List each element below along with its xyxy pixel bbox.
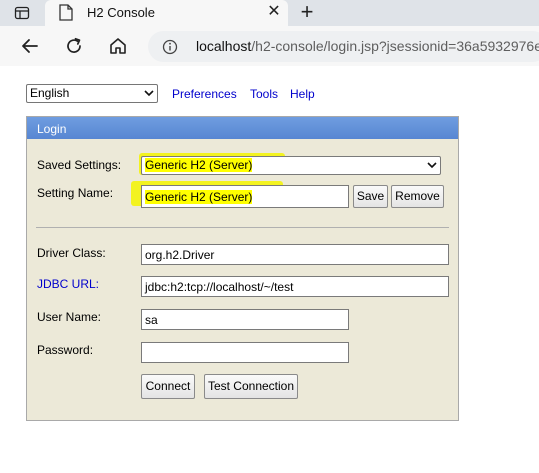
tools-link[interactable]: Tools	[250, 87, 278, 101]
chevron-down-icon	[427, 162, 437, 169]
remove-button[interactable]: Remove	[391, 185, 444, 208]
url-path: /h2-console/login.jsp?jsessionid=36a5932…	[251, 38, 539, 54]
tab-title: H2 Console	[87, 5, 155, 20]
jdbc-url-input[interactable]: jdbc:h2:tcp://localhost/~/test	[141, 276, 449, 297]
back-arrow-icon[interactable]	[20, 36, 40, 56]
url-field[interactable]: localhost/h2-console/login.jsp?jsessioni…	[148, 31, 539, 62]
login-panel: Login Saved Settings: Generic H2 (Server…	[26, 116, 459, 421]
user-name-value: sa	[145, 313, 158, 327]
driver-class-input[interactable]: org.h2.Driver	[141, 244, 449, 265]
connect-button[interactable]: Connect	[141, 374, 195, 399]
chevron-down-icon	[144, 90, 154, 97]
address-bar: localhost/h2-console/login.jsp?jsessioni…	[0, 26, 539, 66]
saved-settings-value: Generic H2 (Server)	[145, 158, 253, 172]
help-link[interactable]: Help	[290, 87, 315, 101]
divider	[36, 227, 449, 228]
user-name-label: User Name:	[37, 310, 102, 324]
window-icon[interactable]	[14, 5, 30, 21]
preferences-link[interactable]: Preferences	[172, 87, 237, 101]
url-host: localhost	[196, 38, 252, 54]
user-name-input[interactable]: sa	[141, 309, 349, 330]
test-connection-button[interactable]: Test Connection	[204, 374, 298, 399]
jdbc-url-link[interactable]: JDBC URL:	[37, 277, 99, 291]
save-button[interactable]: Save	[353, 185, 388, 208]
language-value: English	[30, 86, 70, 100]
driver-class-value: org.h2.Driver	[145, 248, 215, 262]
saved-settings-select[interactable]: Generic H2 (Server)	[141, 156, 441, 175]
setting-name-input[interactable]: Generic H2 (Server)	[141, 185, 349, 208]
jdbc-url-value: jdbc:h2:tcp://localhost/~/test	[145, 280, 294, 294]
browser-tab-strip: H2 Console ✕ +	[0, 0, 539, 26]
info-icon[interactable]	[162, 39, 178, 55]
login-title: Login	[37, 122, 67, 136]
reload-icon[interactable]	[64, 36, 84, 56]
page-icon	[59, 4, 73, 21]
setting-name-value: Generic H2 (Server)	[145, 190, 253, 204]
home-icon[interactable]	[108, 36, 128, 56]
browser-tab[interactable]: H2 Console ✕	[45, 0, 288, 26]
password-label: Password:	[37, 343, 94, 357]
login-header: Login	[27, 117, 458, 139]
url-text: localhost/h2-console/login.jsp?jsessioni…	[196, 38, 539, 54]
new-tab-button[interactable]: +	[296, 1, 318, 24]
driver-class-label: Driver Class:	[37, 246, 106, 260]
saved-settings-label: Saved Settings:	[37, 158, 122, 172]
password-input[interactable]	[141, 342, 349, 363]
setting-name-label: Setting Name:	[37, 186, 114, 200]
close-tab-icon[interactable]: ✕	[266, 4, 282, 20]
language-select[interactable]: English	[26, 84, 158, 103]
